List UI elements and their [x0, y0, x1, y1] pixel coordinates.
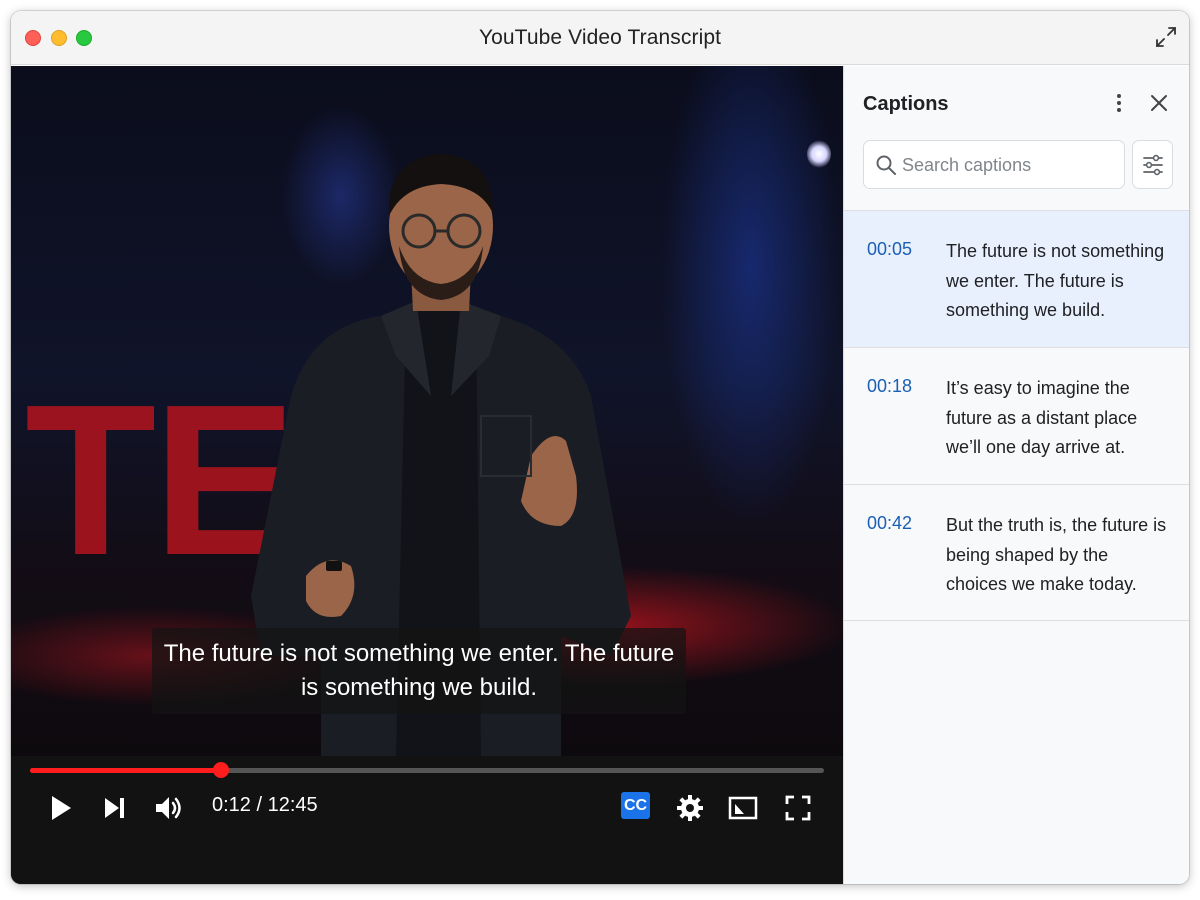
caption-timestamp[interactable]: 00:42 [867, 513, 912, 534]
fullscreen-icon[interactable] [782, 792, 814, 824]
filter-button[interactable] [1132, 140, 1173, 189]
next-icon[interactable] [99, 792, 131, 824]
panel-title: Captions [863, 93, 949, 115]
progress-fill [30, 768, 221, 773]
time-display: 0:12 / 12:45 [212, 794, 318, 816]
search-box [863, 140, 1125, 189]
video-subtitle: The future is not something we enter. Th… [152, 628, 686, 714]
title-bar: YouTube Video Transcript [11, 11, 1189, 65]
progress-bar[interactable] [30, 762, 824, 778]
caption-row[interactable]: 00:42 But the truth is, the future is be… [844, 484, 1189, 621]
search-input[interactable] [902, 151, 1112, 179]
app-window: YouTube Video Transcript T E The future … [11, 11, 1189, 884]
video-frame[interactable]: T E The future is not something we enter… [11, 66, 843, 756]
ted-logo-letter-t: T [25, 359, 156, 600]
caption-list: 00:05 The future is not something we ent… [844, 210, 1189, 621]
caption-text: But the truth is, the future is being sh… [946, 515, 1167, 594]
caption-timestamp[interactable]: 00:05 [867, 239, 912, 260]
caption-text: It’s easy to imagine the future as a dis… [946, 378, 1138, 457]
caption-row[interactable]: 00:05 The future is not something we ent… [844, 210, 1189, 347]
volume-icon[interactable] [152, 792, 184, 824]
caption-timestamp[interactable]: 00:18 [867, 376, 912, 397]
close-icon[interactable] [1147, 91, 1171, 115]
expand-icon[interactable] [1155, 26, 1177, 48]
progress-scrubber[interactable] [212, 762, 229, 778]
caption-text: The future is not something we enter. Th… [946, 241, 1165, 320]
cc-button[interactable]: CC [621, 792, 650, 819]
stage-light [807, 140, 831, 168]
gear-icon[interactable] [674, 792, 706, 824]
window-title: YouTube Video Transcript [478, 26, 722, 49]
captions-panel: Captions 00:05 [843, 66, 1189, 884]
more-vertical-icon[interactable] [1107, 91, 1131, 115]
caption-row[interactable]: 00:18 It’s easy to imagine the future as… [844, 347, 1189, 484]
video-player[interactable]: T E The future is not something we enter… [11, 66, 843, 884]
miniplayer-icon[interactable] [727, 792, 759, 824]
search-icon [876, 155, 896, 175]
player-controls: 0:12 / 12:45 CC [11, 756, 843, 884]
sliders-icon [1143, 154, 1163, 176]
play-icon[interactable] [45, 792, 77, 824]
